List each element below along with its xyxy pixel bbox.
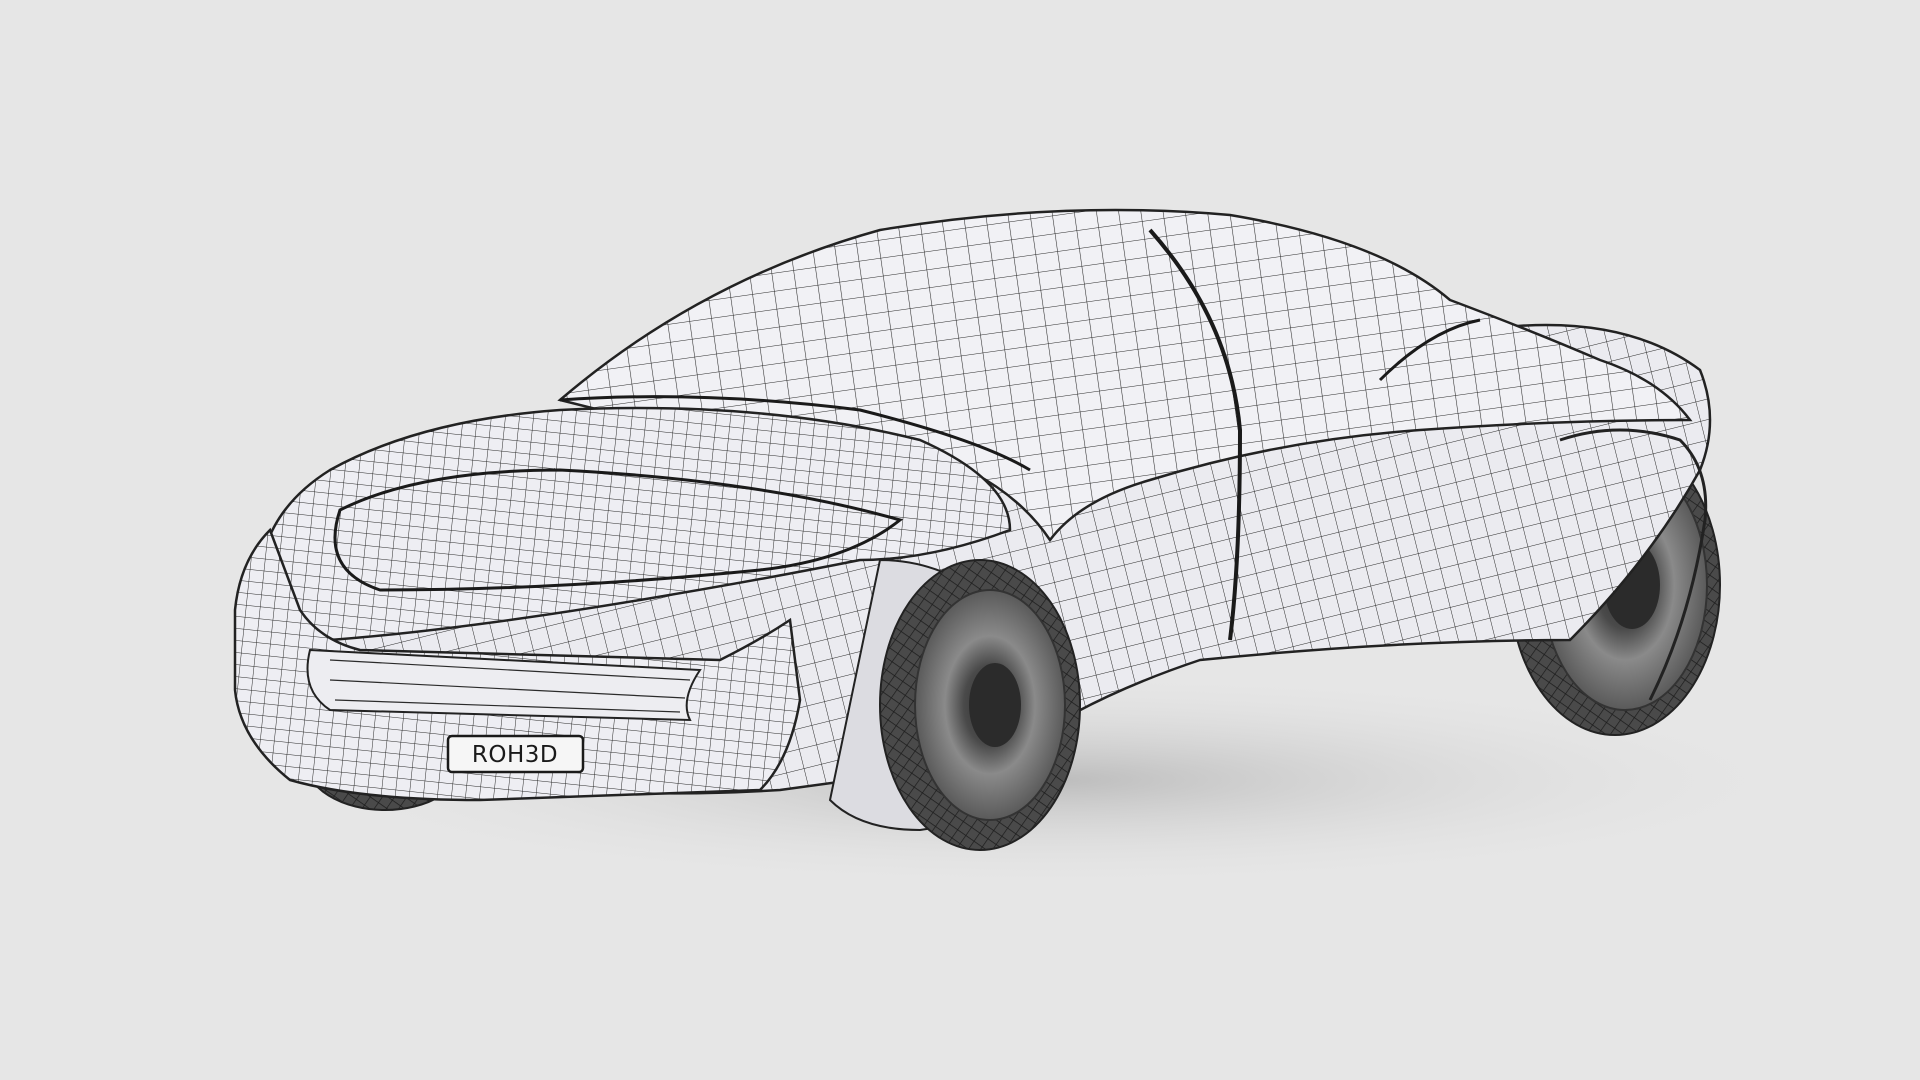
license-plate: ROH3D xyxy=(446,734,585,774)
license-plate-text: ROH3D xyxy=(472,742,558,768)
render-viewport: ROH3D xyxy=(233,208,1830,890)
